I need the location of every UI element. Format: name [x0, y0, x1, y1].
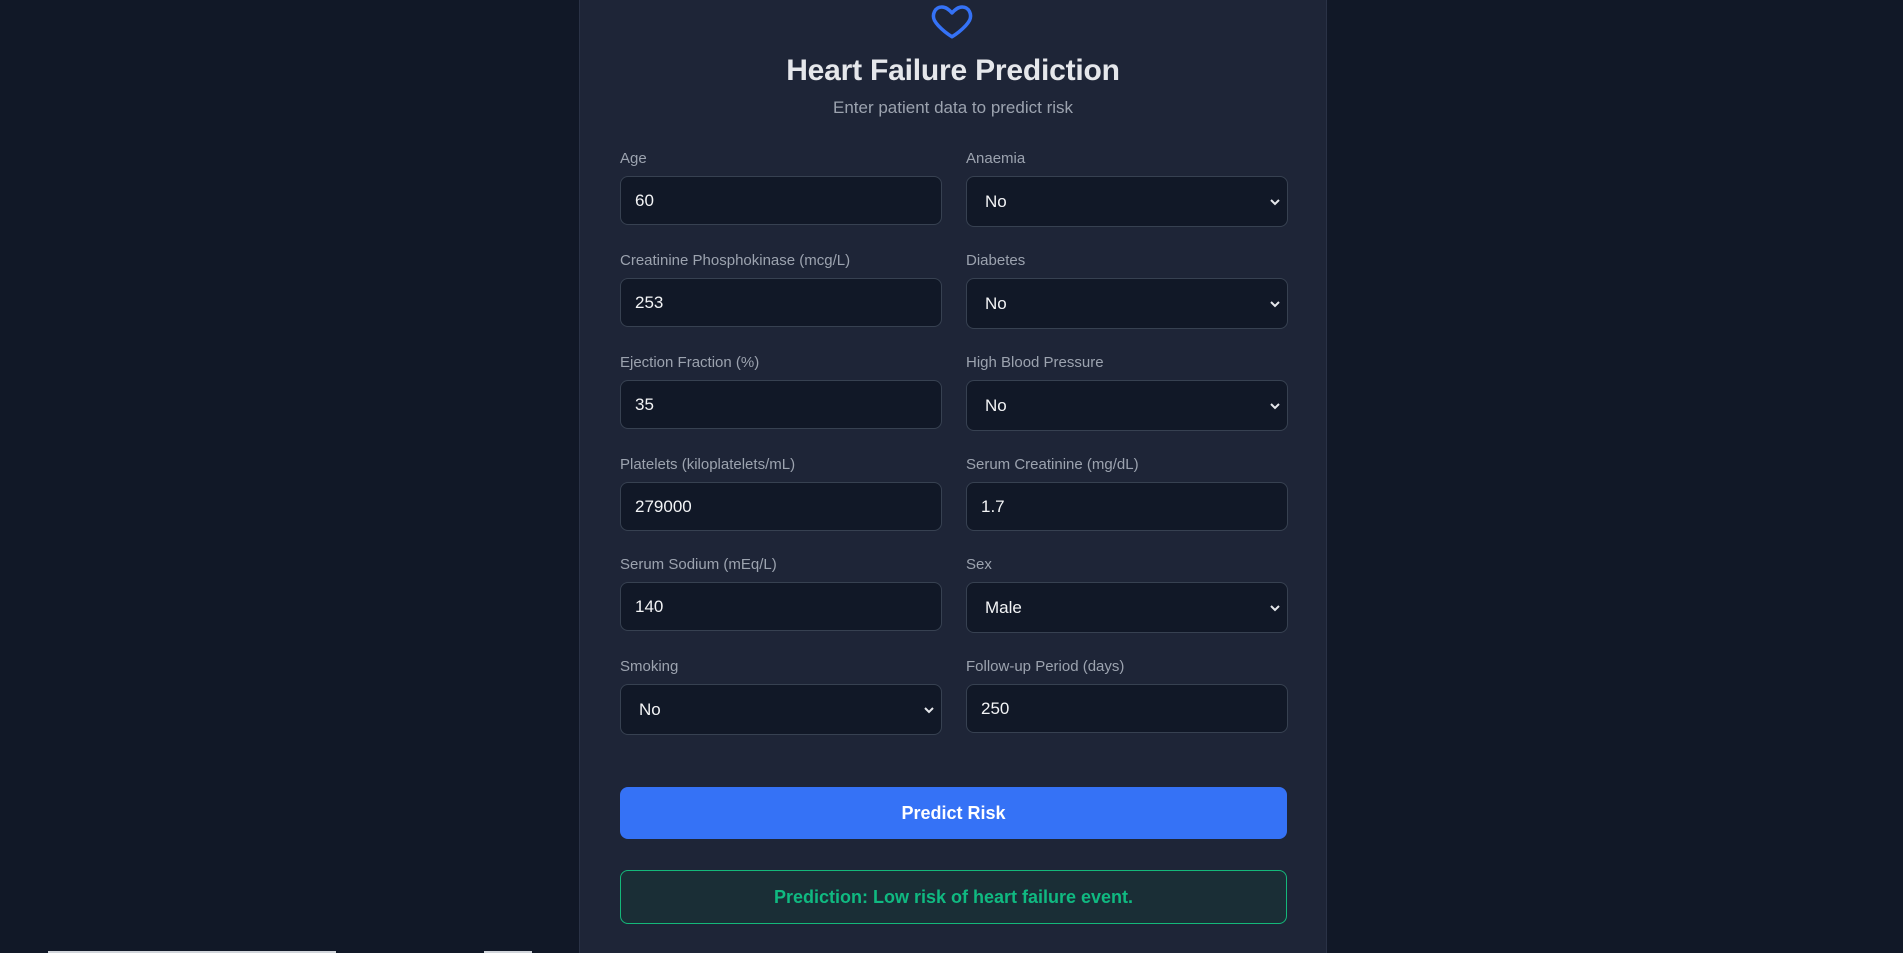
age-input[interactable]: 60: [620, 176, 942, 225]
diabetes-value: No: [985, 293, 1007, 313]
follow-up-label: Follow-up Period (days): [966, 658, 1125, 675]
anaemia-label: Anaemia: [966, 150, 1026, 167]
page-subtitle: Enter patient data to predict risk: [832, 98, 1074, 117]
serum-creatinine-value: 1.7: [981, 496, 1005, 516]
platelets-label: Platelets (kiloplatelets/mL): [620, 456, 796, 473]
follow-up-value: 250: [981, 698, 1010, 718]
chevron-down-icon: [1270, 604, 1280, 611]
serum-sodium-input[interactable]: 140: [620, 582, 942, 631]
page-title: Heart Failure Prediction: [786, 54, 1120, 87]
chevron-down-icon: [1270, 198, 1280, 205]
ejection-fraction-label: Ejection Fraction (%): [620, 354, 760, 371]
age-value: 60: [635, 190, 654, 210]
sex-value: Male: [985, 597, 1022, 617]
serum-sodium-value: 140: [635, 596, 664, 616]
sex-select[interactable]: Male: [966, 582, 1288, 633]
ejection-fraction-input[interactable]: 35: [620, 380, 942, 429]
diabetes-select[interactable]: No: [966, 278, 1288, 329]
predict-risk-button[interactable]: Predict Risk: [620, 787, 1287, 839]
smoking-label: Smoking: [620, 658, 679, 675]
smoking-select[interactable]: No: [620, 684, 942, 735]
high-blood-pressure-label: High Blood Pressure: [966, 354, 1104, 371]
high-blood-pressure-value: No: [985, 395, 1007, 415]
chevron-down-icon: [1270, 300, 1280, 307]
high-blood-pressure-select[interactable]: No: [966, 380, 1288, 431]
page: Heart Failure Prediction Enter patient d…: [0, 0, 1903, 953]
cpk-input[interactable]: 253: [620, 278, 942, 327]
serum-sodium-label: Serum Sodium (mEq/L): [620, 556, 777, 573]
cpk-value: 253: [635, 292, 664, 312]
age-label: Age: [620, 150, 647, 167]
diabetes-label: Diabetes: [966, 252, 1026, 269]
prediction-card: Heart Failure Prediction Enter patient d…: [579, 0, 1327, 953]
cpk-label: Creatinine Phosphokinase (mcg/L): [620, 252, 851, 269]
serum-creatinine-label: Serum Creatinine (mg/dL): [966, 456, 1139, 473]
serum-creatinine-input[interactable]: 1.7: [966, 482, 1288, 531]
anaemia-select[interactable]: No: [966, 176, 1288, 227]
chevron-down-icon: [924, 706, 934, 713]
sex-label: Sex: [966, 556, 992, 573]
follow-up-input[interactable]: 250: [966, 684, 1288, 733]
chevron-down-icon: [1270, 402, 1280, 409]
platelets-value: 279000: [635, 496, 692, 516]
heart-icon: [931, 5, 973, 39]
platelets-input[interactable]: 279000: [620, 482, 942, 531]
prediction-result: Prediction: Low risk of heart failure ev…: [620, 870, 1287, 924]
ejection-fraction-value: 35: [635, 394, 654, 414]
anaemia-value: No: [985, 191, 1007, 211]
smoking-value: No: [639, 699, 661, 719]
